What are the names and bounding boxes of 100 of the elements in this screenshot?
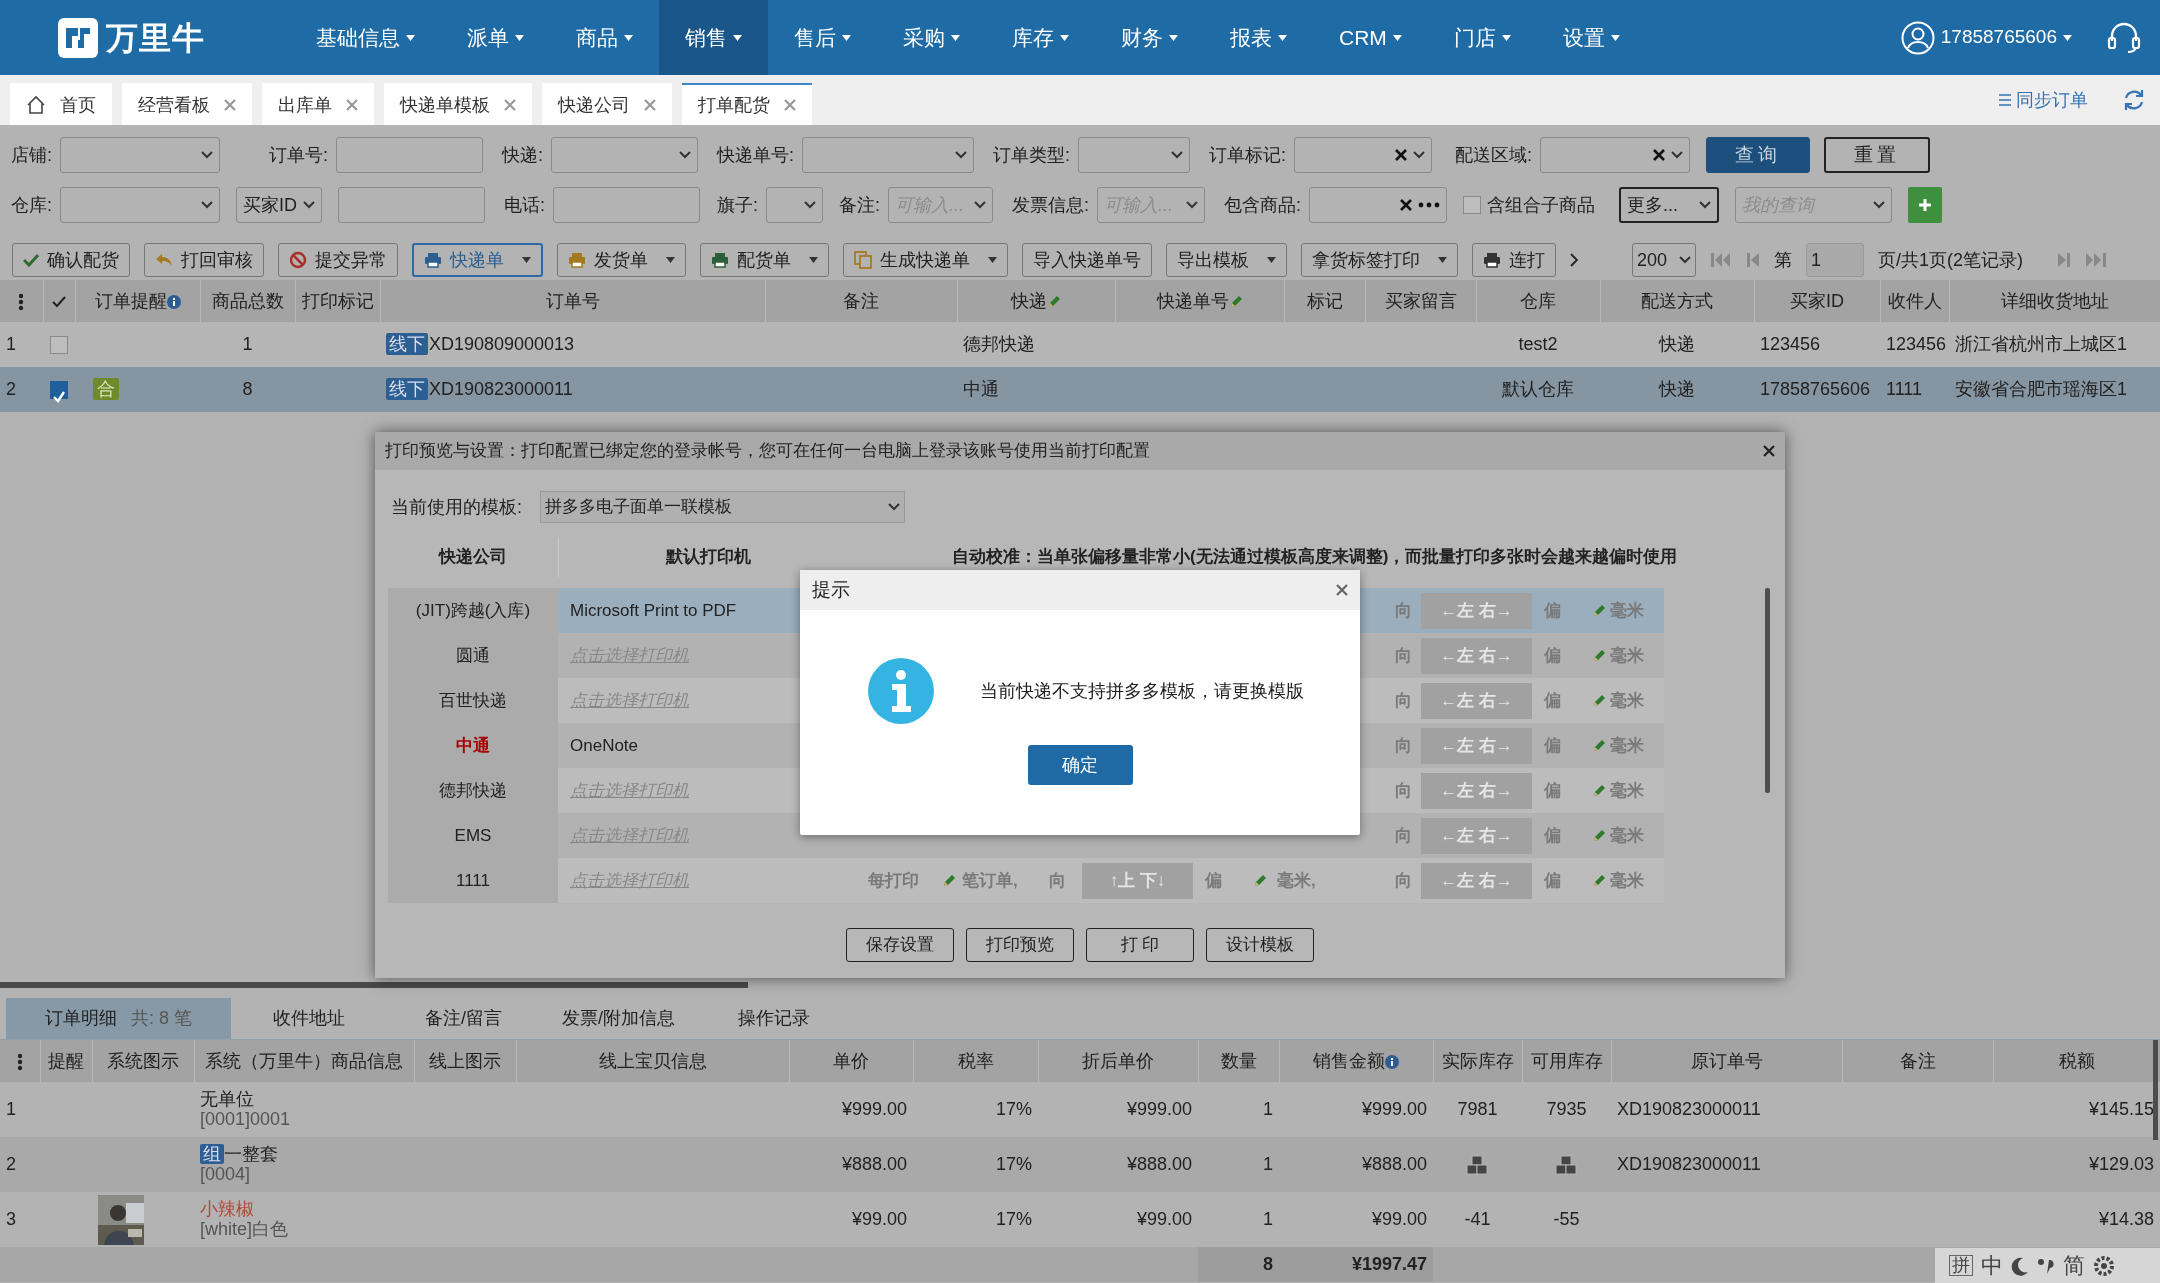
column-header: 销售金额 (1279, 1040, 1433, 1082)
field-label: 店铺: (10, 143, 53, 167)
courier-name: 百世快递 (388, 678, 558, 723)
total-amount: ¥1997.47 (1351, 1254, 1427, 1274)
table-cell: ¥99.00 (1136, 1209, 1192, 1229)
column-header: 快递公司 (437, 546, 508, 569)
field-label: 快递单号: (715, 143, 795, 167)
column-header: 仓库 (1476, 280, 1600, 322)
table-cell: XD190809000013 (429, 334, 575, 354)
calibration-label: 向 (1393, 599, 1413, 622)
table-cell: 快递 (1659, 334, 1695, 354)
courier-name: EMS (388, 813, 558, 858)
template-label: 当前使用的模板: (391, 495, 522, 519)
calibration-label: 每打印 (866, 869, 920, 892)
calibration-label: 毫米, (1277, 869, 1317, 892)
merged-badge: 合 (93, 378, 119, 400)
product-name: 无单位 (200, 1088, 254, 1109)
table-cell: ¥99.00 (1371, 1209, 1427, 1229)
field-label: 包含商品: (1223, 193, 1302, 217)
calibration-label: 毫米 (1610, 599, 1645, 622)
page-label: 第 (1774, 248, 1792, 272)
column-header: 买家ID (1754, 280, 1880, 322)
table-cell: 快递 (1659, 379, 1695, 399)
calibration-label: 毫米 (1610, 689, 1645, 712)
table-cell: 8 (242, 379, 253, 399)
table-cell: ¥888.00 (1126, 1154, 1192, 1174)
column-header: 订单提醒 (75, 280, 200, 322)
calibration-label: 偏 (1203, 869, 1223, 892)
column-header: 快递单号 (1115, 280, 1284, 322)
table-cell: ¥999.00 (1361, 1099, 1427, 1119)
field-label: 仓库: (10, 193, 53, 217)
dialog-title: 打印预览与设置：打印配置已绑定您的登录帐号，您可在任何一台电脑上登录该账号使用当前打印配置 (385, 440, 1150, 463)
product-name: 小辣椒 (200, 1198, 254, 1219)
column-header: 备注 (1842, 1040, 1993, 1082)
column-header: 买家留言 (1365, 280, 1476, 322)
courier-name: 中通 (388, 723, 558, 768)
calibration-label: 毫米 (1610, 869, 1645, 892)
column-header: 税率 (913, 1040, 1038, 1082)
table-cell: 安徽省合肥市瑶海区1 (1955, 379, 2127, 399)
table-cell: ¥888.00 (841, 1154, 907, 1174)
calibration-label: 偏 (1542, 869, 1562, 892)
column-header: 自动校准：当单张偏移量非常小(无法通过模板高度来调整)，而批量打印多张时会越来越偏时使用 (952, 546, 1678, 569)
table-cell: 2 (6, 1154, 16, 1174)
printer-name: OneNote (570, 735, 639, 755)
table-cell: ¥888.00 (1361, 1154, 1427, 1174)
column-header: 详细收货地址 (1949, 280, 2160, 322)
column-header: 配送方式 (1600, 280, 1754, 322)
offline-tag: 线下 (386, 333, 428, 355)
table-cell: 默认仓库 (1502, 379, 1574, 399)
calibration-label: 偏 (1542, 779, 1562, 802)
table-cell: -55 (1553, 1209, 1580, 1229)
calibration-label: 笔订单, (962, 869, 1019, 892)
column-header: 备注 (765, 280, 957, 322)
table-cell: 1 (1263, 1154, 1273, 1174)
sku-code: [white]白色 (200, 1220, 290, 1241)
table-cell: 1 (1263, 1209, 1273, 1229)
table-cell: 中通 (963, 379, 999, 399)
bundle-badge: 组 (200, 1143, 224, 1164)
column-header: 快递 (957, 280, 1115, 322)
table-cell: 17% (995, 1209, 1032, 1229)
courier-name: 德邦快递 (388, 768, 558, 813)
column-header: 单价 (789, 1040, 913, 1082)
courier-name: 圆通 (388, 633, 558, 678)
field-label: 旗子: (716, 193, 759, 217)
calibration-label: 向 (1047, 869, 1067, 892)
column-header: 原订单号 (1611, 1040, 1842, 1082)
table-cell: 1111 (1886, 379, 1923, 399)
table-cell: XD190823000011 (1617, 1154, 1761, 1174)
product-name: 一整套 (224, 1143, 278, 1164)
table-cell: 1 (242, 334, 253, 354)
calibration-label: 毫米 (1610, 779, 1645, 802)
table-cell: -41 (1464, 1209, 1491, 1229)
table-cell: XD190823000011 (429, 379, 573, 399)
table-cell: 7935 (1546, 1099, 1587, 1119)
calibration-label: 偏 (1542, 644, 1562, 667)
page-count-label: 页/共1页(2笔记录) (1878, 248, 2023, 272)
column-header: 系统图示 (92, 1040, 194, 1082)
calibration-label: 向 (1393, 779, 1413, 802)
field-label: 电话: (503, 193, 546, 217)
table-cell: 1 (1263, 1099, 1273, 1119)
table-cell: ¥129.03 (2088, 1154, 2154, 1174)
calibration-label: 向 (1393, 644, 1413, 667)
sku-code: [0001]0001 (200, 1110, 292, 1131)
table-cell: 德邦快递 (963, 334, 1035, 354)
table-cell: ¥999.00 (1126, 1099, 1192, 1119)
offline-tag: 线下 (386, 378, 428, 400)
column-header: 标记 (1284, 280, 1365, 322)
column-header: 数量 (1198, 1040, 1279, 1082)
total-quantity: 8 (1263, 1254, 1273, 1274)
calibration-label: 向 (1393, 734, 1413, 757)
brand-name: 万里牛 (106, 18, 205, 58)
table-cell: 123456 (1760, 334, 1821, 354)
sku-code: [0004] (200, 1165, 252, 1186)
field-label: 配送区域: (1454, 143, 1533, 167)
table-cell: 1 (6, 1099, 16, 1119)
alert-title: 提示 (812, 577, 850, 602)
table-cell: ¥99.00 (851, 1209, 907, 1229)
column-header: 打印标记 (295, 280, 380, 322)
table-cell: 17% (995, 1099, 1032, 1119)
table-cell: 浙江省杭州市上城区1 (1955, 334, 2127, 354)
